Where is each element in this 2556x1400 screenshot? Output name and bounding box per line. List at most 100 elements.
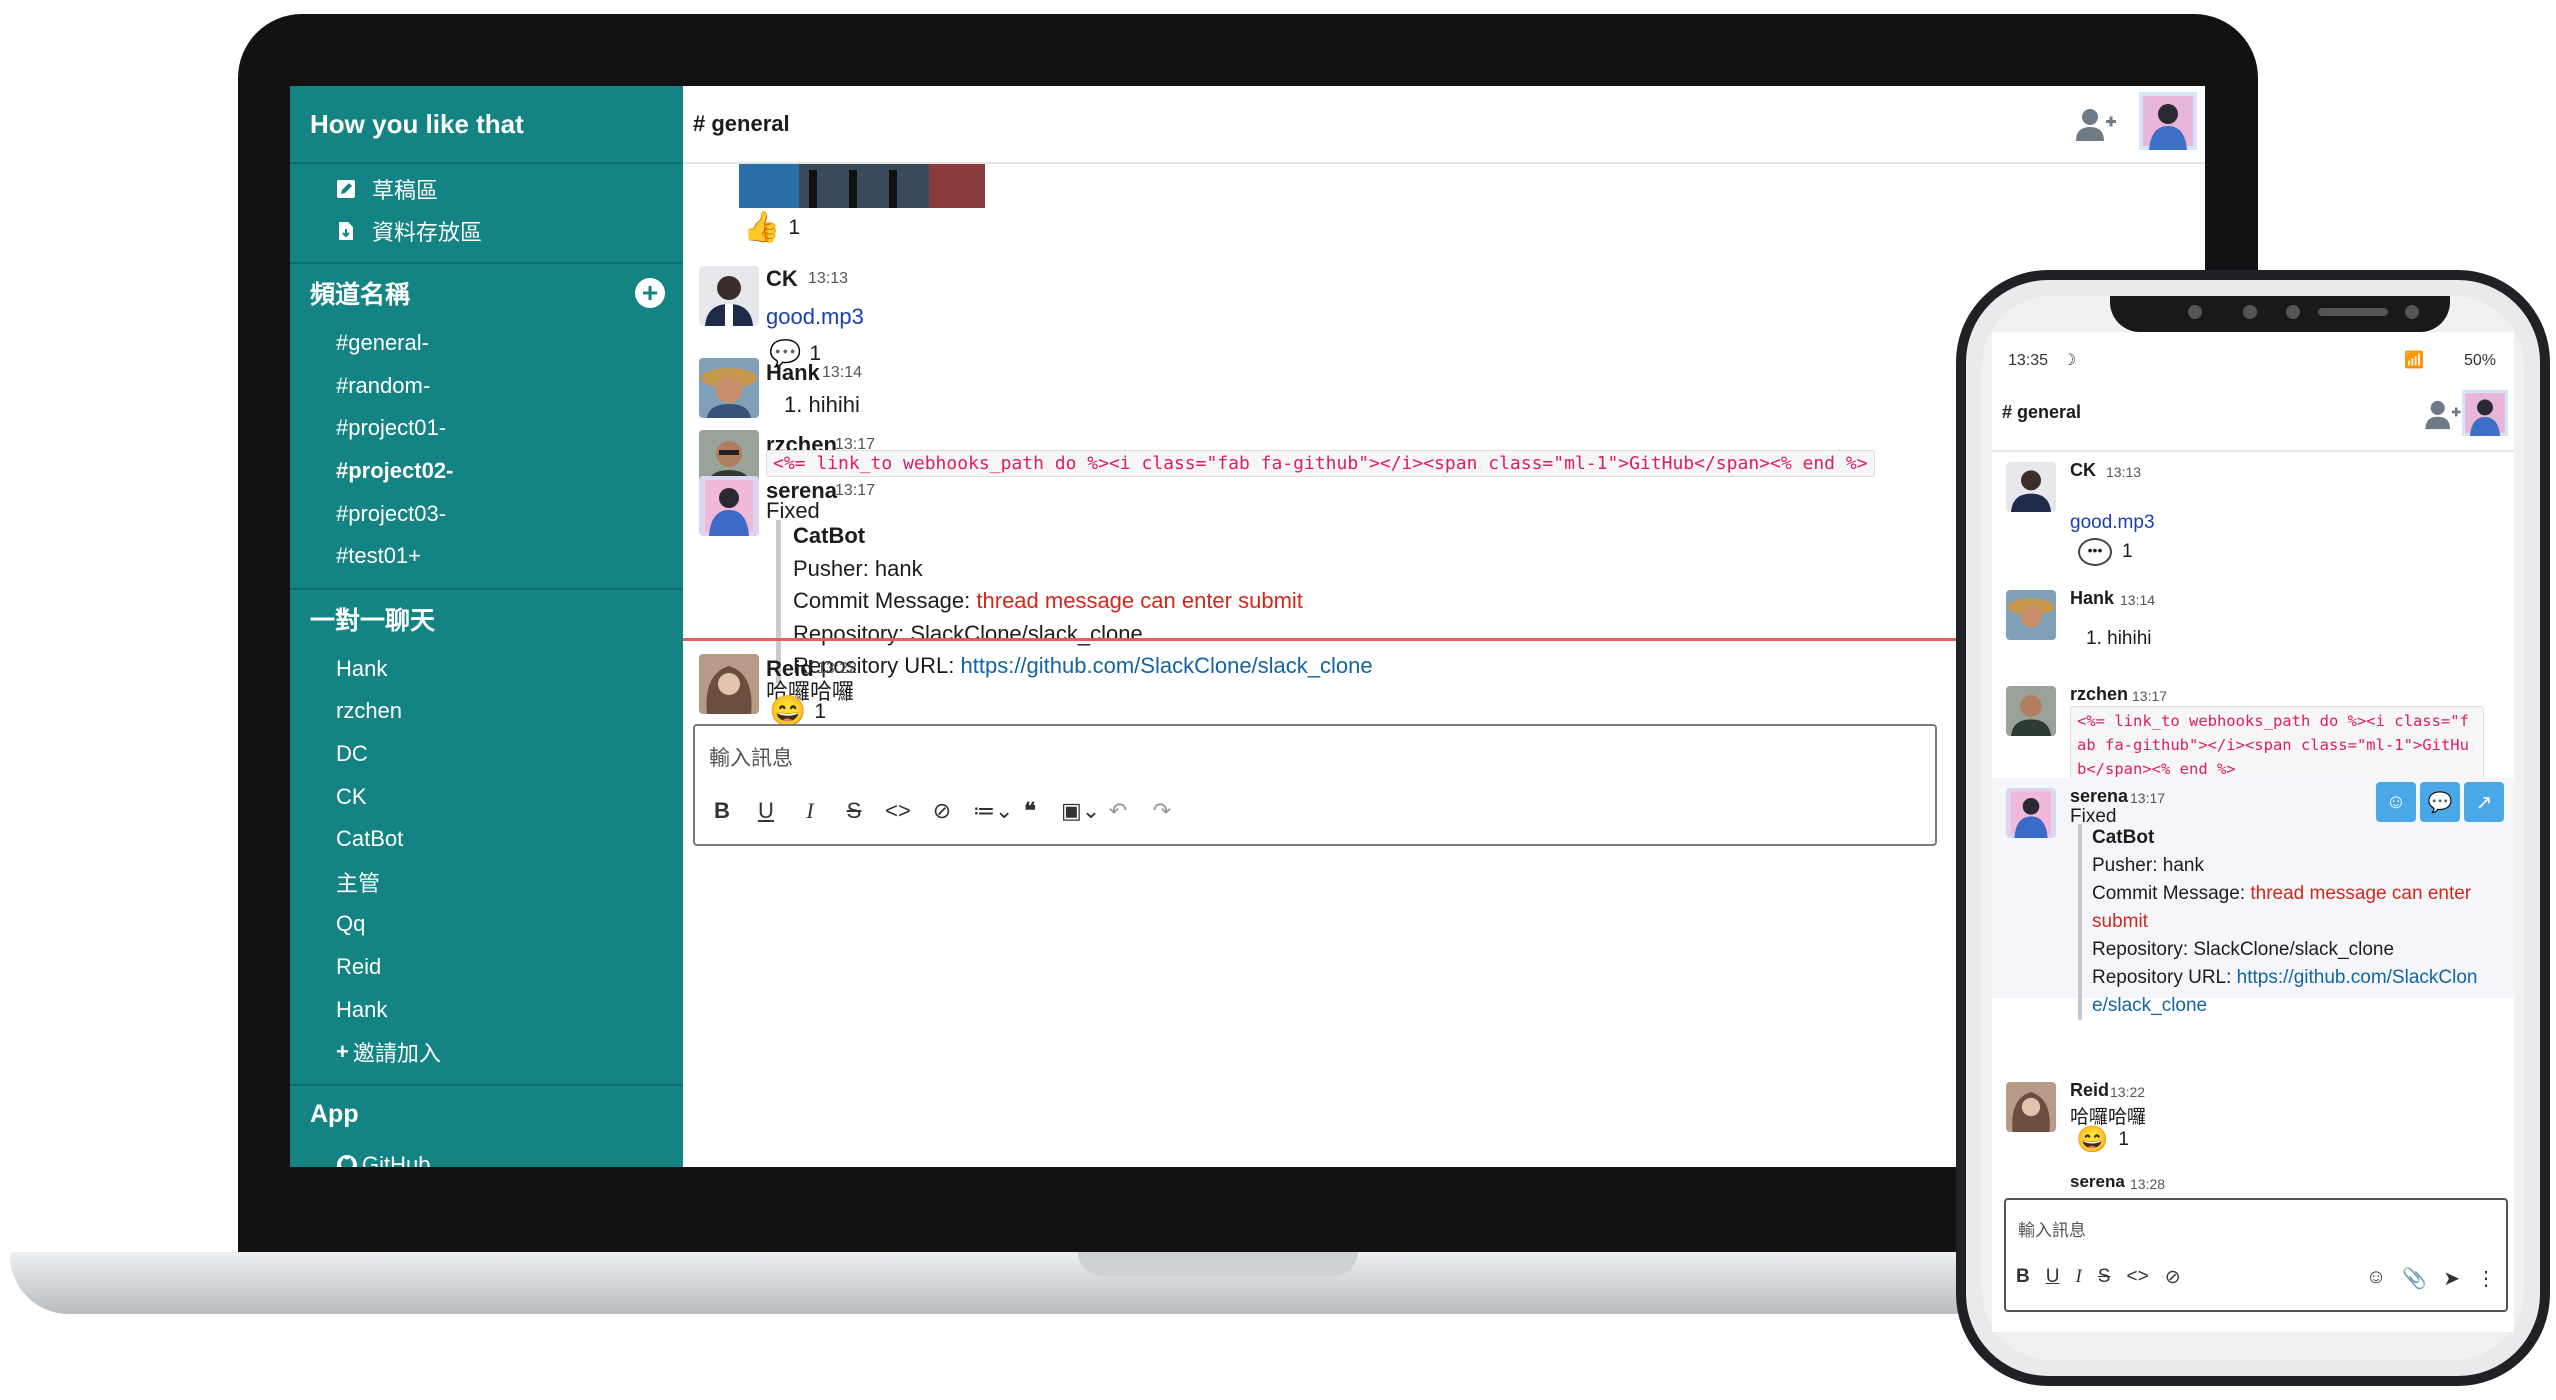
message-author[interactable]: Hank bbox=[766, 360, 820, 386]
strikethrough-icon[interactable]: S bbox=[841, 798, 867, 824]
message-input[interactable]: 輸入訊息 bbox=[2018, 1216, 2086, 1241]
attachment-repo: Repository: SlackClone/slack_clone bbox=[2092, 939, 2395, 960]
attachment-title: CatBot bbox=[793, 523, 866, 548]
reaction-thumbs-up[interactable]: 👍 1 bbox=[743, 210, 800, 245]
user-avatar[interactable] bbox=[2139, 92, 2197, 150]
avatar[interactable] bbox=[699, 654, 759, 714]
add-channel-icon[interactable]: + bbox=[635, 278, 665, 308]
dm-item[interactable]: Hank bbox=[290, 988, 683, 1031]
message-author[interactable]: rzchen bbox=[2070, 684, 2128, 705]
channel-item[interactable]: #random- bbox=[290, 365, 683, 408]
dm-item[interactable]: Reid bbox=[290, 946, 683, 989]
file-link[interactable]: good.mp3 bbox=[766, 304, 864, 330]
underline-icon[interactable]: U bbox=[2046, 1266, 2060, 1289]
message-author[interactable]: Hank bbox=[2070, 588, 2114, 609]
message-author[interactable]: Reid bbox=[2070, 1080, 2109, 1101]
emoji-icon[interactable]: ☺ bbox=[2366, 1266, 2386, 1291]
attachment-icon[interactable]: 📎 bbox=[2402, 1266, 2427, 1291]
avatar[interactable] bbox=[2006, 686, 2056, 736]
bold-icon[interactable]: B bbox=[2016, 1266, 2030, 1289]
add-user-icon[interactable] bbox=[2424, 400, 2462, 430]
message-author[interactable]: CK bbox=[766, 266, 798, 292]
avatar[interactable] bbox=[2006, 462, 2056, 512]
code-block: <%= link_to webhooks_path do %><i class=… bbox=[2070, 706, 2484, 784]
avatar[interactable] bbox=[699, 476, 759, 536]
file-download-icon bbox=[339, 222, 353, 240]
dm-item[interactable]: Hank bbox=[290, 648, 683, 691]
message-author[interactable]: serena bbox=[2070, 1172, 2125, 1192]
channel-item[interactable]: #project02- bbox=[290, 450, 683, 493]
more-icon[interactable]: ⋮ bbox=[2476, 1266, 2496, 1291]
editor-actions: ☺ 📎 ➤ ⋮ bbox=[2366, 1266, 2496, 1291]
code-icon[interactable]: <> bbox=[885, 798, 911, 824]
attachment-commit: Commit Message: thread message can enter… bbox=[2092, 880, 2492, 936]
reply-icon[interactable]: 💬 bbox=[2420, 782, 2460, 822]
avatar[interactable] bbox=[699, 266, 759, 326]
code-block-icon[interactable]: ▣⌄ bbox=[1061, 798, 1100, 824]
message-time: 13:17 bbox=[2132, 688, 2168, 704]
underline-icon[interactable]: U bbox=[753, 798, 779, 824]
catbot-attachment: CatBot Pusher: hank Commit Message: thre… bbox=[2078, 824, 2492, 1020]
avatar[interactable] bbox=[2006, 788, 2056, 838]
reaction-smile[interactable]: 😄 1 bbox=[2076, 1124, 2129, 1155]
emoji-icon[interactable]: ☺ bbox=[2376, 782, 2416, 822]
dm-item[interactable]: CatBot bbox=[290, 818, 683, 861]
user-avatar[interactable] bbox=[2462, 390, 2508, 436]
repo-link[interactable]: https://github.com/SlackClone/slack_clon… bbox=[961, 653, 1373, 678]
message-input[interactable]: 輸入訊息 bbox=[709, 742, 793, 772]
channel-item[interactable]: #project01- bbox=[290, 407, 683, 450]
drafts-label: 草稿區 bbox=[372, 178, 439, 203]
reaction-speech[interactable]: ••• 1 bbox=[2078, 538, 2133, 566]
files-label: 資料存放區 bbox=[372, 220, 483, 245]
dm-item[interactable]: Qq bbox=[290, 903, 683, 946]
reaction-count: 1 bbox=[2118, 1128, 2129, 1150]
message-editor[interactable]: 輸入訊息 B U I S <> ⊘ ≔⌄ ❝ ▣⌄ ↶ ↷ bbox=[693, 724, 1937, 846]
quote-icon[interactable]: ❝ bbox=[1017, 798, 1043, 824]
files-item[interactable]: 資料存放區 bbox=[290, 210, 683, 252]
app-header: App bbox=[290, 1083, 683, 1144]
status-bar: 13:35 ☽ 📶 50% bbox=[1992, 332, 2514, 372]
commit-message: thread message can enter submit bbox=[976, 588, 1303, 613]
message-author[interactable]: serena bbox=[2070, 786, 2128, 807]
channel-item[interactable]: #project03- bbox=[290, 492, 683, 535]
code-icon[interactable]: <> bbox=[2126, 1266, 2148, 1289]
file-link[interactable]: good.mp3 bbox=[2070, 512, 2155, 534]
message-image[interactable] bbox=[739, 164, 985, 208]
message-time: 13:17 bbox=[2130, 790, 2166, 806]
bold-icon[interactable]: B bbox=[709, 798, 735, 824]
dm-header-label: 一對一聊天 bbox=[310, 606, 436, 635]
url-label: Repository URL: bbox=[2092, 967, 2237, 988]
ordered-list-icon[interactable]: ≔⌄ bbox=[973, 798, 1013, 824]
dm-item[interactable]: DC bbox=[290, 733, 683, 776]
send-icon[interactable]: ➤ bbox=[2443, 1266, 2460, 1291]
undo-icon[interactable]: ↶ bbox=[1105, 798, 1131, 824]
avatar[interactable] bbox=[2006, 590, 2056, 640]
message-author[interactable]: CK bbox=[2070, 460, 2096, 481]
channel-item[interactable]: #test01+ bbox=[290, 535, 683, 578]
italic-icon[interactable]: I bbox=[2075, 1266, 2081, 1289]
avatar[interactable] bbox=[2006, 1082, 2056, 1132]
link-icon[interactable]: ⊘ bbox=[929, 798, 955, 824]
redo-icon[interactable]: ↷ bbox=[1149, 798, 1175, 824]
dm-item[interactable]: 主管 bbox=[290, 861, 683, 904]
channel-topbar: # general bbox=[683, 86, 2205, 164]
github-app-item[interactable]: GitHub bbox=[290, 1144, 683, 1167]
dm-header: 一對一聊天 bbox=[290, 587, 683, 648]
edit-icon bbox=[337, 180, 355, 198]
message-editor[interactable]: 輸入訊息 B U I S <> ⊘ ☺ 📎 ➤ ⋮ bbox=[2004, 1198, 2508, 1312]
channel-item[interactable]: #general- bbox=[290, 322, 683, 365]
share-icon[interactable]: ↗ bbox=[2464, 782, 2504, 822]
add-user-icon[interactable] bbox=[2075, 108, 2117, 142]
message-time: 13:13 bbox=[2106, 464, 2142, 480]
drafts-item[interactable]: 草稿區 bbox=[290, 168, 683, 210]
link-icon[interactable]: ⊘ bbox=[2165, 1266, 2181, 1289]
dm-item[interactable]: rzchen bbox=[290, 690, 683, 733]
channels-header: 頻道名稱 + bbox=[290, 262, 683, 322]
dm-item[interactable]: CK bbox=[290, 775, 683, 818]
italic-icon[interactable]: I bbox=[797, 798, 823, 824]
channel-title: # general bbox=[2002, 402, 2082, 422]
strikethrough-icon[interactable]: S bbox=[2098, 1266, 2111, 1289]
workspace-name[interactable]: How you like that bbox=[290, 86, 683, 164]
invite-item[interactable]: + 邀請加入 bbox=[290, 1031, 683, 1074]
avatar[interactable] bbox=[699, 358, 759, 418]
